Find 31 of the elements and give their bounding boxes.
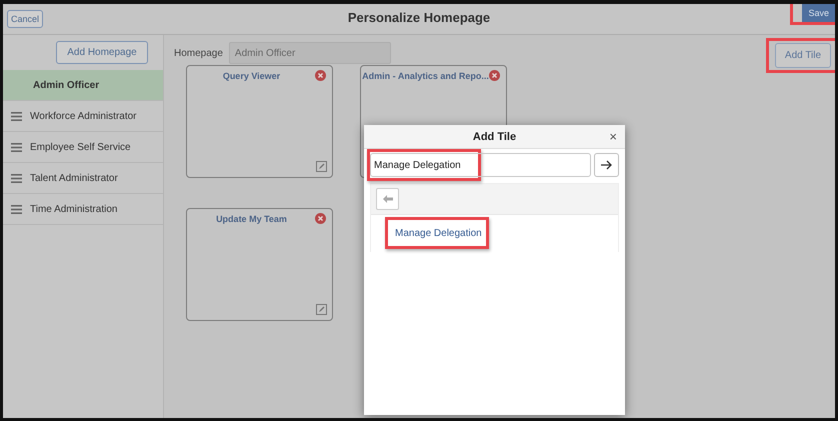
- tile-title: Update My Team: [216, 214, 287, 224]
- edit-icon[interactable]: [316, 161, 327, 172]
- sidebar-item[interactable]: Employee Self Service: [3, 132, 163, 163]
- close-button[interactable]: ×: [609, 129, 617, 144]
- sidebar-item[interactable]: Time Administration: [3, 194, 163, 225]
- remove-icon[interactable]: [315, 70, 326, 81]
- search-button[interactable]: [594, 153, 619, 177]
- homepage-label: Homepage: [174, 48, 223, 58]
- sidebar-item[interactable]: Workforce Administrator: [3, 101, 163, 132]
- back-button[interactable]: [376, 188, 399, 210]
- arrow-right-icon: [600, 160, 612, 170]
- add-homepage-button[interactable]: Add Homepage: [56, 41, 148, 64]
- result-link[interactable]: Manage Delegation: [395, 228, 482, 239]
- menu-icon: [11, 174, 22, 182]
- remove-icon[interactable]: [489, 70, 500, 81]
- tile[interactable]: Update My Team: [186, 208, 333, 321]
- save-button[interactable]: Save: [802, 4, 835, 22]
- page-title: Personalize Homepage: [348, 10, 490, 25]
- menu-icon: [11, 112, 22, 120]
- menu-icon: [11, 142, 22, 152]
- sidebar-item[interactable]: Talent Administrator: [3, 163, 163, 194]
- edit-icon[interactable]: [316, 304, 327, 315]
- remove-icon[interactable]: [315, 213, 326, 224]
- search-field[interactable]: Manage Delegation: [370, 153, 591, 177]
- menu-icon: [11, 204, 22, 214]
- sidebar-item[interactable]: Admin Officer: [3, 70, 163, 101]
- tile[interactable]: Query Viewer: [186, 65, 333, 178]
- arrow-left-icon: [382, 195, 392, 203]
- tile-title: Admin - Analytics and Repo...: [362, 71, 489, 81]
- tile-title: Query Viewer: [222, 71, 280, 81]
- cancel-button[interactable]: Cancel: [7, 10, 44, 28]
